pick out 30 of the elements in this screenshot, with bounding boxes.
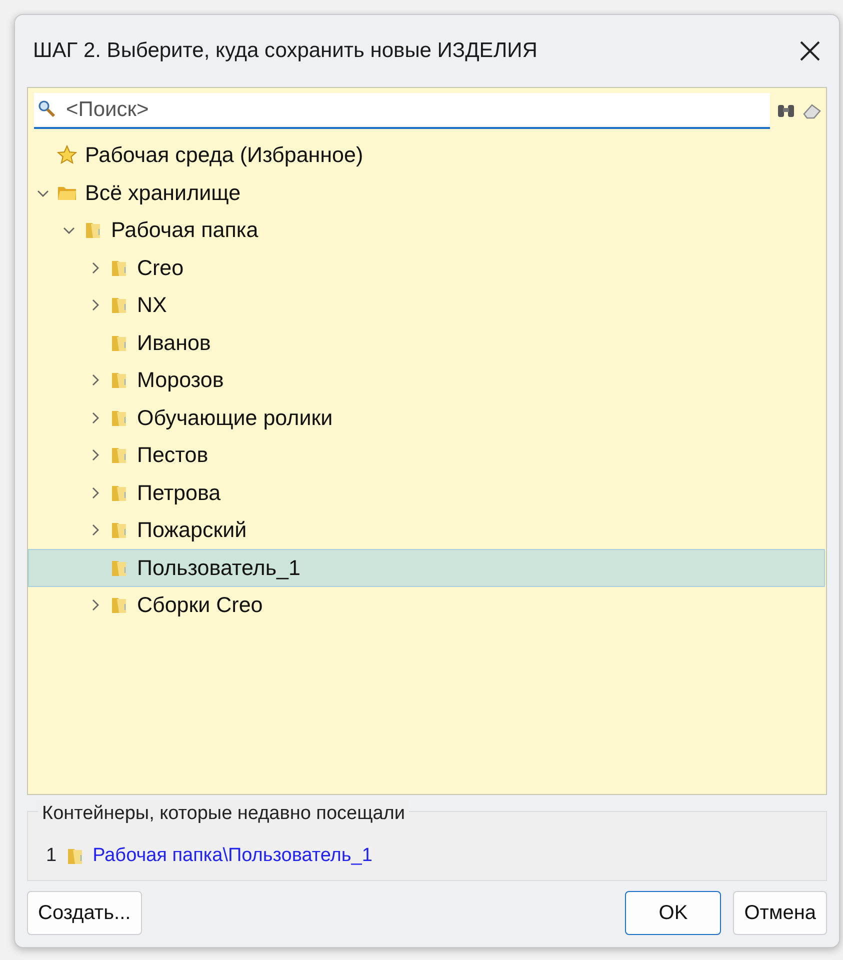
tree-item[interactable]: Морозов	[28, 362, 825, 400]
folder-icon	[109, 370, 129, 390]
dialog-button[interactable]: Отмена	[733, 891, 827, 935]
folder-icon	[83, 220, 103, 240]
search-icon	[38, 100, 56, 118]
folder-icon	[109, 295, 129, 316]
dialog-button[interactable]: OK	[625, 891, 722, 935]
close-icon	[798, 38, 822, 63]
tree-item[interactable]: Рабочая папка	[28, 212, 825, 250]
container-link[interactable]: Рабочая папка\Пользователь_1	[92, 842, 372, 871]
tree-item[interactable]: Сборки Creo	[28, 586, 825, 624]
folder-icon	[109, 520, 129, 540]
tree-item[interactable]: NX	[28, 286, 825, 324]
search-field[interactable]: <Поиск>	[34, 92, 770, 129]
folder-icon	[109, 445, 129, 466]
dialog-button[interactable]: Создать...	[27, 891, 142, 935]
item-number: 1	[46, 844, 57, 868]
tree-item[interactable]: Creo	[28, 249, 825, 287]
window-title: ШАГ 2. Выберите, куда сохранить новые ИЗДЕЛИЯ	[33, 38, 538, 64]
tree-item[interactable]: Обучающие ролики	[28, 399, 825, 437]
tree-item[interactable]: Всё хранилище	[28, 174, 825, 212]
star-icon	[57, 145, 77, 166]
folder-icon	[109, 595, 129, 616]
eraser-icon[interactable]	[802, 102, 822, 120]
tree-item[interactable]: Иванов	[28, 324, 825, 362]
tree-item[interactable]: Пожарский	[28, 512, 825, 550]
tree-item[interactable]: Петрова	[28, 474, 825, 512]
tree-item[interactable]: Пользователь_1	[28, 549, 825, 587]
tree-item[interactable]: Рабочая среда (Избранное)	[28, 136, 825, 174]
tree-item[interactable]: Пестов	[28, 436, 825, 474]
